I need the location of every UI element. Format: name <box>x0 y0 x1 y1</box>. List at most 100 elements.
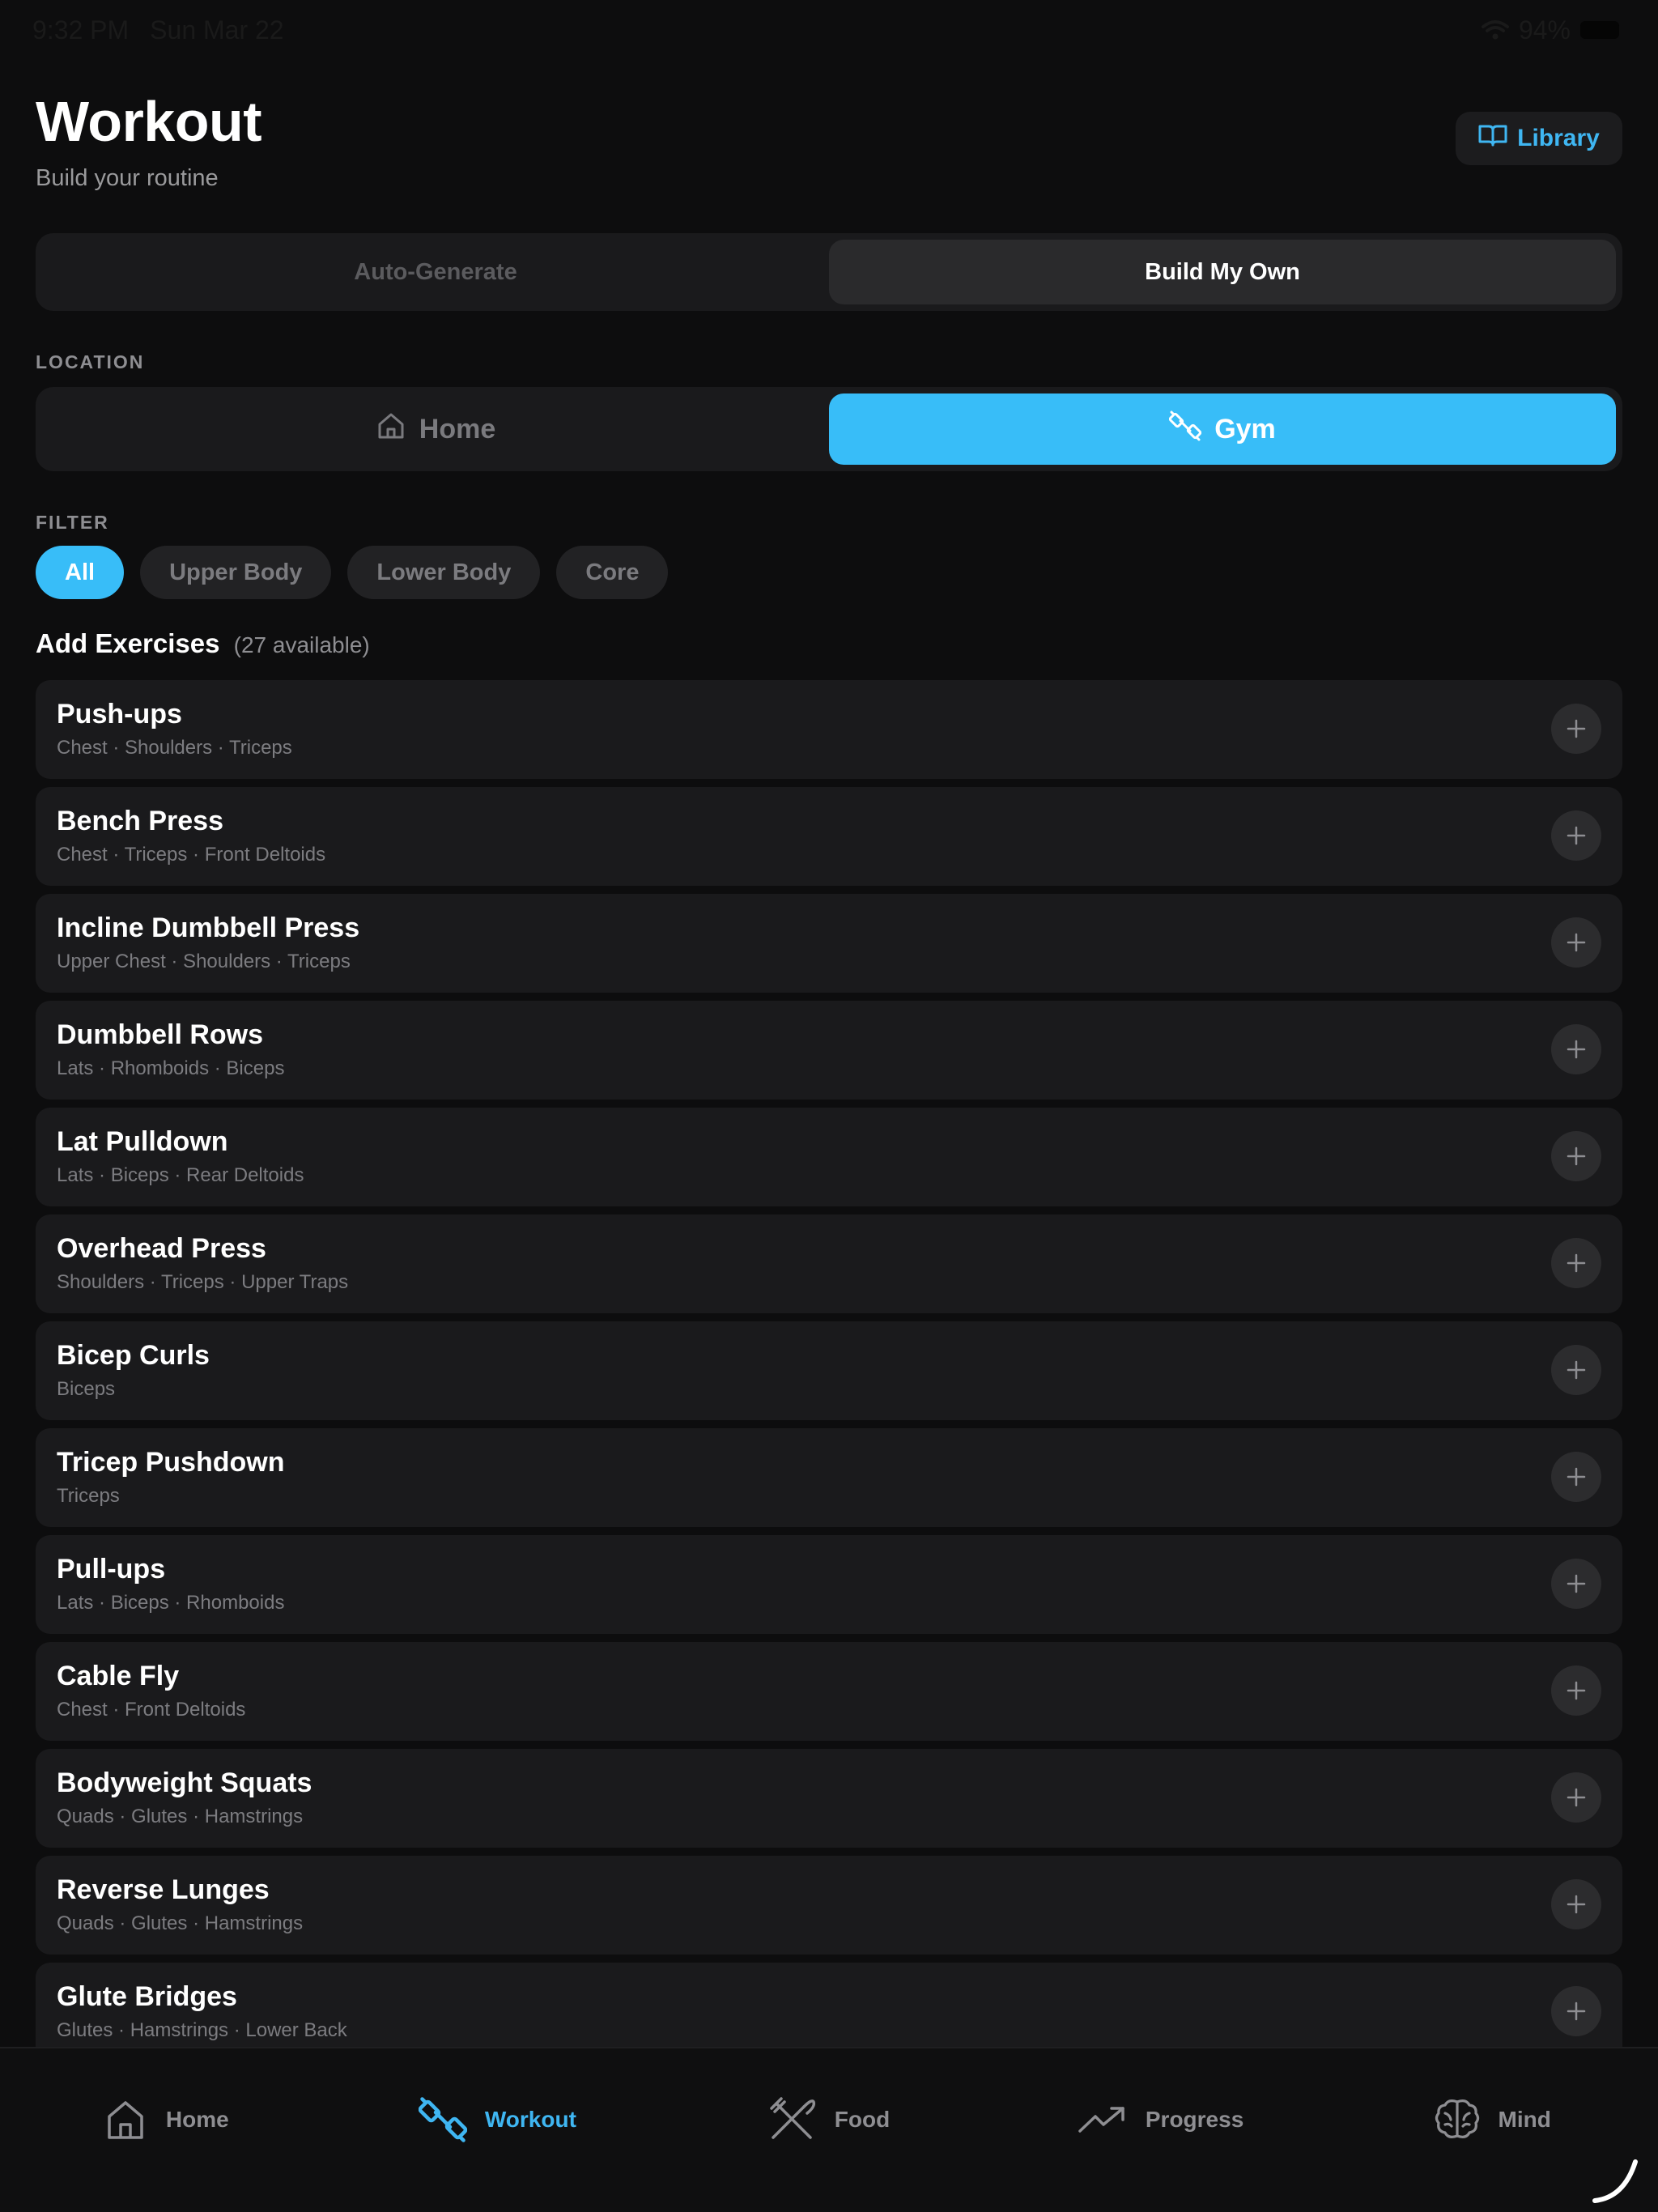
exercise-name: Push-ups <box>57 699 182 730</box>
tab-food[interactable]: Food <box>663 2094 995 2146</box>
exercise-card[interactable]: Push-ups Chest · Shoulders · Triceps <box>36 680 1622 779</box>
plus-icon <box>1567 1788 1586 1807</box>
exercise-muscles: Chest · Shoulders · Triceps <box>57 737 292 759</box>
exercise-list: Push-ups Chest · Shoulders · Triceps Bench… <box>36 680 1622 2047</box>
exercise-muscles: Chest · Triceps · Front Deltoids <box>57 844 326 866</box>
tab-mind[interactable]: Mind <box>1326 2094 1658 2146</box>
plus-icon <box>1567 1467 1586 1487</box>
exercise-card[interactable]: Tricep Pushdown Triceps <box>36 1428 1622 1527</box>
exercise-card[interactable]: Glute Bridges Glutes · Hamstrings · Lower… <box>36 1963 1622 2047</box>
workout-screen: 9:32 PM Sun Mar 22 94% Workout Build you… <box>0 0 1658 2212</box>
add-exercise-button[interactable] <box>1551 810 1601 861</box>
tab-workout-label: Workout <box>484 2107 576 2132</box>
mode-segmented-control: Auto-Generate Build My Own <box>36 233 1622 311</box>
tab-workout[interactable]: Workout <box>332 2094 664 2146</box>
add-exercise-button[interactable] <box>1551 1772 1601 1823</box>
exercise-name: Lat Pulldown <box>57 1126 228 1157</box>
exercise-muscles: Lats · Rhomboids · Biceps <box>57 1057 285 1079</box>
library-label: Library <box>1517 125 1600 151</box>
tab-progress-label: Progress <box>1145 2107 1244 2132</box>
exercise-name: Bodyweight Squats <box>57 1767 312 1798</box>
corner-indicator-icon <box>1592 2159 1638 2203</box>
tab-food-label: Food <box>834 2107 891 2132</box>
utensils-icon <box>768 2097 817 2142</box>
plus-icon <box>1567 933 1586 952</box>
trending-up-icon <box>1078 2104 1128 2136</box>
exercise-muscles: Upper Chest · Shoulders · Triceps <box>57 951 351 972</box>
tab-progress[interactable]: Progress <box>995 2094 1327 2146</box>
segment-build-my-own[interactable]: Build My Own <box>829 240 1616 304</box>
location-home-label: Home <box>419 413 496 445</box>
exercise-name: Cable Fly <box>57 1661 180 1691</box>
filter-chips: All Upper Body Lower Body Core <box>36 546 669 599</box>
plus-icon <box>1567 826 1586 845</box>
page-header: Workout Build your routine Library <box>36 89 1622 202</box>
exercise-name: Dumbbell Rows <box>57 1019 264 1050</box>
exercise-card[interactable]: Pull-ups Lats · Biceps · Rhomboids <box>36 1535 1622 1634</box>
exercise-muscles: Glutes · Hamstrings · Lower Back <box>57 2019 347 2041</box>
status-time: 9:32 PM <box>32 15 130 45</box>
exercise-name: Pull-ups <box>57 1554 166 1585</box>
location-gym-option[interactable]: Gym <box>829 393 1616 465</box>
book-icon <box>1478 123 1507 154</box>
exercise-card[interactable]: Lat Pulldown Lats · Biceps · Rear Deltoid… <box>36 1108 1622 1206</box>
exercise-muscles: Biceps <box>57 1378 116 1400</box>
plus-icon <box>1567 2001 1586 2021</box>
exercise-name: Reverse Lunges <box>57 1874 270 1905</box>
add-exercise-button[interactable] <box>1551 1452 1601 1502</box>
exercise-card[interactable]: Bodyweight Squats Quads · Glutes · Hamstr… <box>36 1749 1622 1848</box>
exercise-card[interactable]: Dumbbell Rows Lats · Rhomboids · Biceps <box>36 1001 1622 1100</box>
exercise-muscles: Lats · Biceps · Rear Deltoids <box>57 1164 304 1186</box>
exercise-card[interactable]: Bench Press Chest · Triceps · Front Delto… <box>36 787 1622 886</box>
tab-home[interactable]: Home <box>0 2094 332 2146</box>
add-exercise-button[interactable] <box>1551 1131 1601 1181</box>
status-date: Sun Mar 22 <box>150 15 284 45</box>
status-bar: 9:32 PM Sun Mar 22 94% <box>32 11 1619 49</box>
filter-chip-lower-body[interactable]: Lower Body <box>347 546 541 599</box>
filter-chip-upper-body[interactable]: Upper Body <box>140 546 332 599</box>
add-exercise-button[interactable] <box>1551 1665 1601 1716</box>
exercise-card[interactable]: Incline Dumbbell Press Upper Chest · Shou… <box>36 894 1622 993</box>
tab-home-label: Home <box>165 2107 229 2132</box>
filter-chip-all[interactable]: All <box>36 546 125 599</box>
battery-percent: 94% <box>1518 15 1571 45</box>
house-icon <box>103 2097 148 2142</box>
exercise-card[interactable]: Reverse Lunges Quads · Glutes · Hamstring… <box>36 1856 1622 1955</box>
exercise-muscles: Shoulders · Triceps · Upper Traps <box>57 1271 349 1293</box>
add-exercise-button[interactable] <box>1551 1986 1601 2036</box>
filter-chip-core[interactable]: Core <box>556 546 669 599</box>
add-exercise-button[interactable] <box>1551 704 1601 754</box>
plus-icon <box>1567 1253 1586 1273</box>
plus-icon <box>1567 1360 1586 1380</box>
wifi-icon <box>1481 19 1509 40</box>
exercise-name: Overhead Press <box>57 1233 266 1264</box>
plus-icon <box>1567 719 1586 738</box>
add-exercise-button[interactable] <box>1551 1024 1601 1074</box>
page-title: Workout <box>36 90 262 153</box>
segment-auto-generate[interactable]: Auto-Generate <box>42 240 829 304</box>
tab-bar: Home Workout Food Progress Mind <box>0 2047 1658 2212</box>
add-exercise-button[interactable] <box>1551 1879 1601 1929</box>
plus-icon <box>1567 1574 1586 1593</box>
plus-icon <box>1567 1895 1586 1914</box>
location-home-option[interactable]: Home <box>42 393 829 465</box>
library-button[interactable]: Library <box>1456 112 1622 165</box>
add-exercise-button[interactable] <box>1551 1559 1601 1609</box>
plus-icon <box>1567 1040 1586 1059</box>
exercises-count: (27 available) <box>233 632 370 657</box>
exercise-name: Bicep Curls <box>57 1340 210 1371</box>
exercise-muscles: Triceps <box>57 1485 120 1507</box>
dumbbell-icon <box>1169 410 1202 449</box>
plus-icon <box>1567 1681 1586 1700</box>
location-label: LOCATION <box>36 351 145 372</box>
add-exercise-button[interactable] <box>1551 1345 1601 1395</box>
exercises-heading: Add Exercises (27 available) <box>36 628 370 659</box>
add-exercise-button[interactable] <box>1551 1238 1601 1288</box>
location-gym-label: Gym <box>1214 413 1276 445</box>
exercise-card[interactable]: Bicep Curls Biceps <box>36 1321 1622 1420</box>
add-exercise-button[interactable] <box>1551 917 1601 968</box>
location-segmented-control: Home Gym <box>36 387 1622 471</box>
exercise-card[interactable]: Overhead Press Shoulders · Triceps · Uppe… <box>36 1214 1622 1313</box>
exercise-muscles: Chest · Front Deltoids <box>57 1699 246 1721</box>
exercise-card[interactable]: Cable Fly Chest · Front Deltoids <box>36 1642 1622 1741</box>
